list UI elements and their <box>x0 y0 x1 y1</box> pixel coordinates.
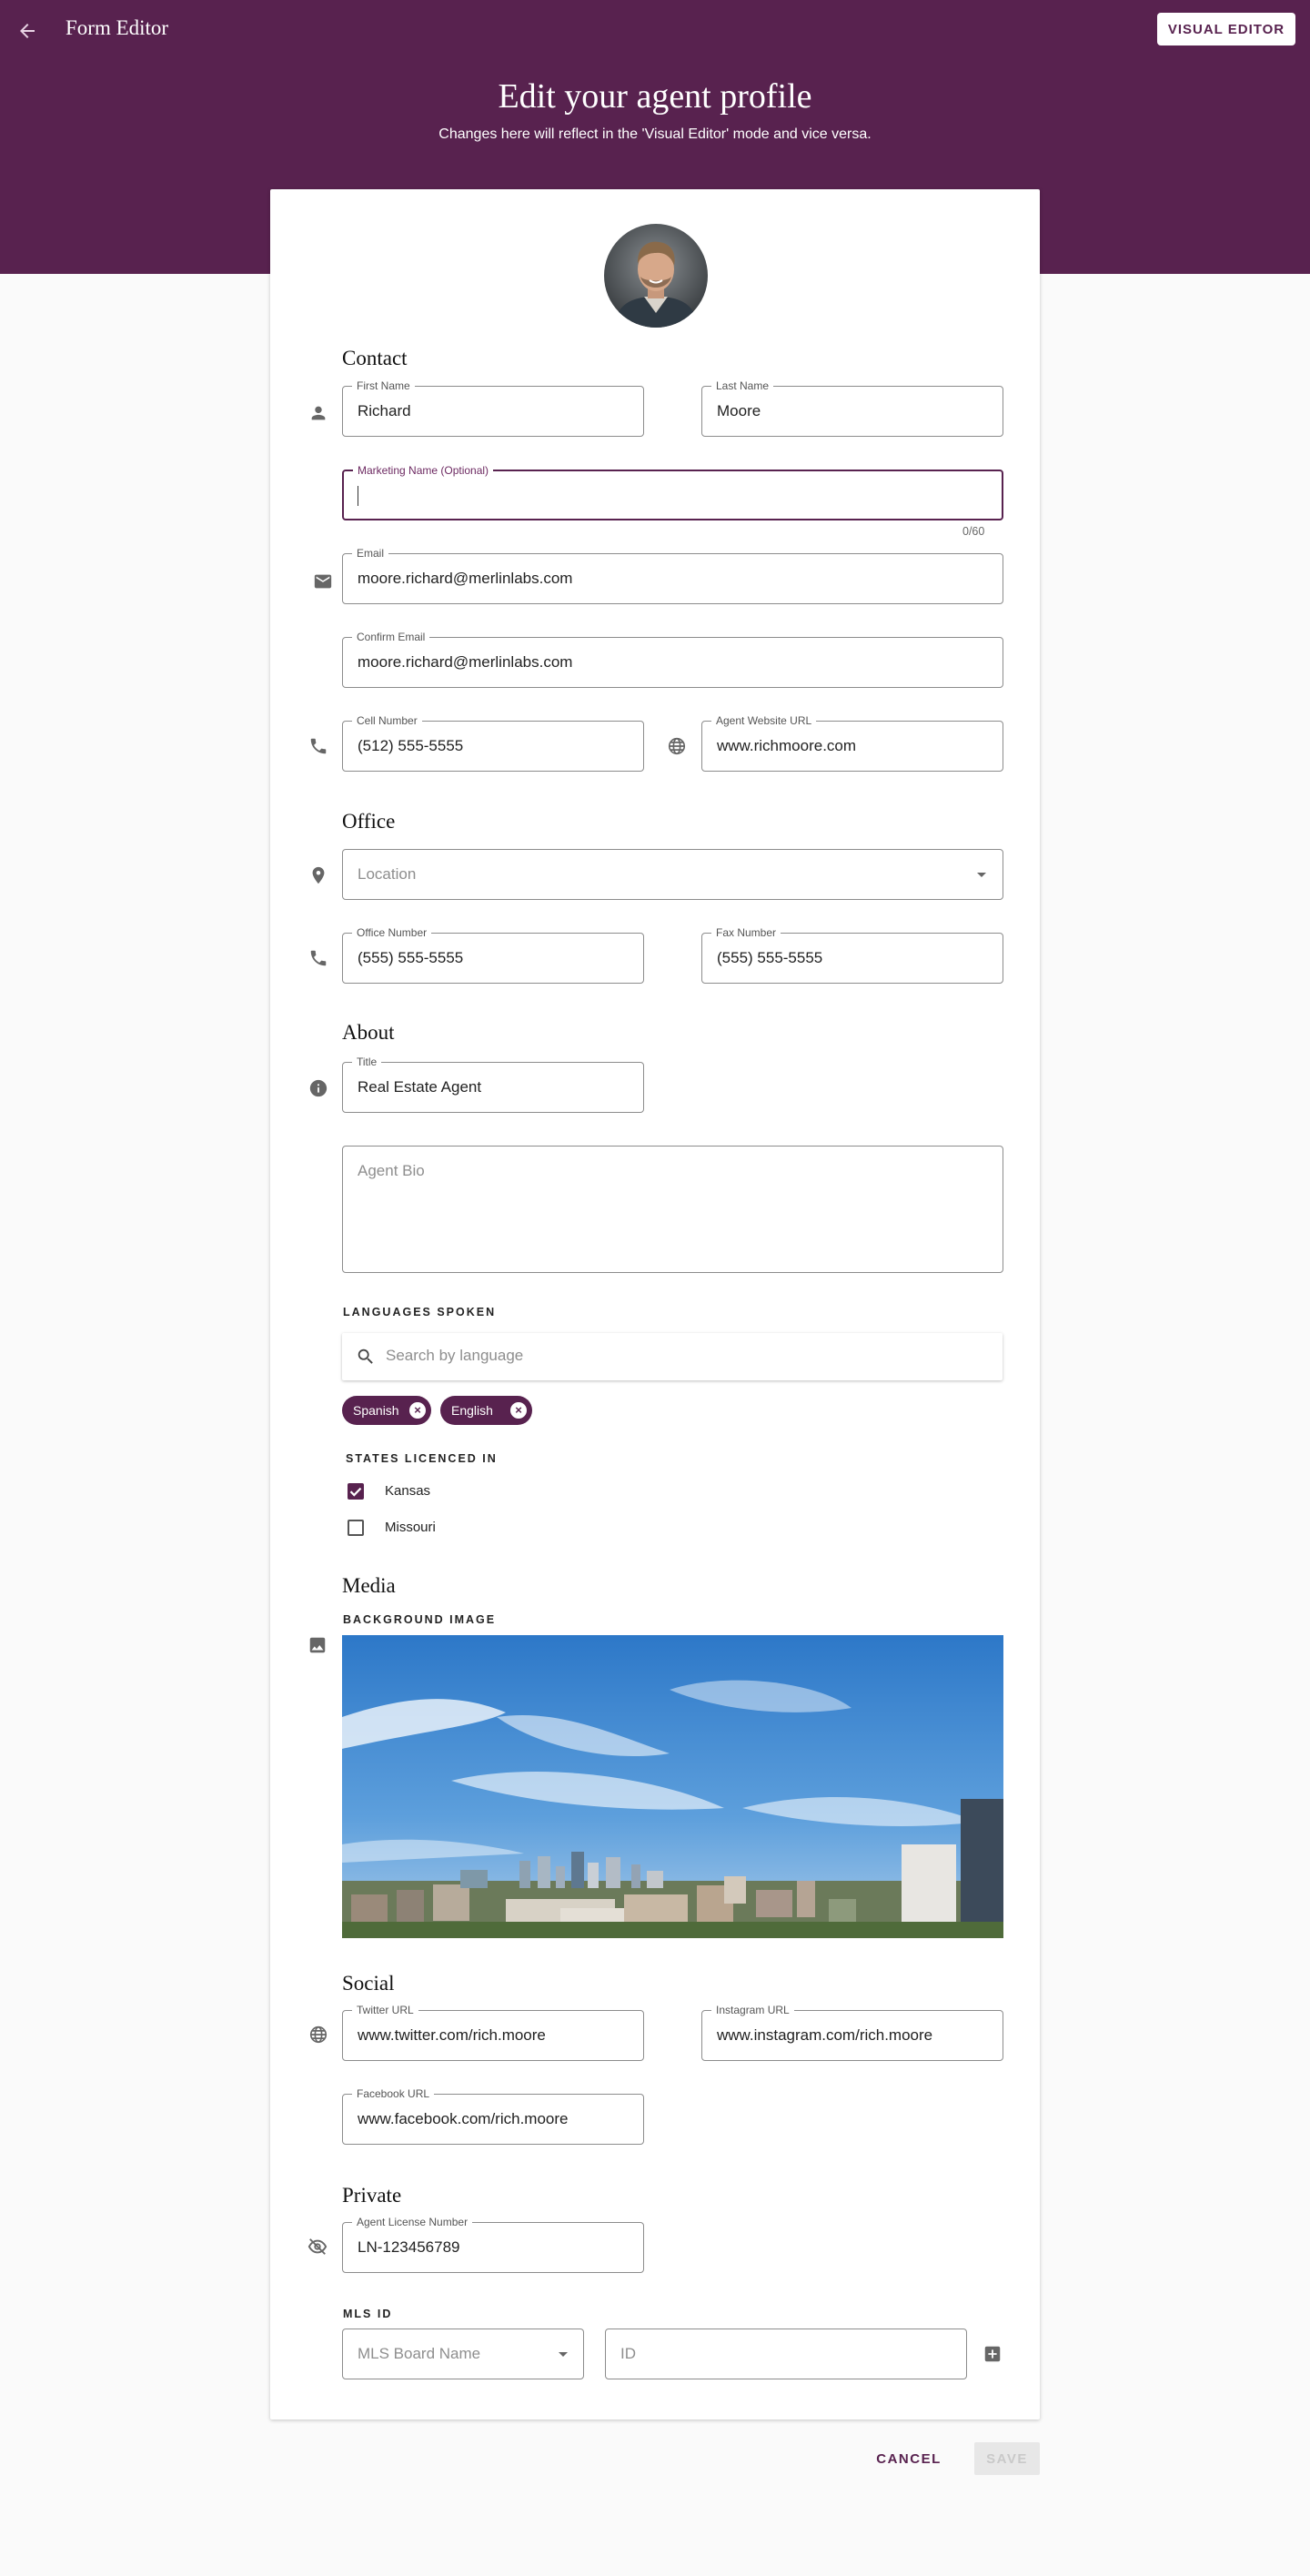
office-heading: Office <box>342 810 396 833</box>
chevron-down-icon <box>977 873 986 877</box>
social-heading: Social <box>342 1972 395 1995</box>
email-label: Email <box>352 546 389 561</box>
save-button[interactable]: SAVE <box>974 2442 1040 2475</box>
cell-number-value: (512) 555-5555 <box>358 737 464 754</box>
facebook-url-field[interactable]: Facebook URL www.facebook.com/rich.moore <box>342 2086 644 2145</box>
person-icon <box>308 403 328 423</box>
cell-number-label: Cell Number <box>352 713 422 728</box>
state-label-missouri: Missouri <box>385 1520 436 1535</box>
title-value: Real Estate Agent <box>358 1078 482 1096</box>
license-number-value: LN-123456789 <box>358 2238 460 2256</box>
state-label-kansas: Kansas <box>385 1483 431 1499</box>
phone-icon <box>308 948 328 968</box>
email-value: moore.richard@merlinlabs.com <box>358 570 573 587</box>
chip-label: English <box>451 1403 493 1418</box>
info-icon <box>308 1078 328 1098</box>
last-name-label: Last Name <box>711 379 774 393</box>
profile-form-card <box>270 189 1040 2419</box>
remove-chip-icon[interactable]: × <box>510 1402 527 1419</box>
background-image[interactable] <box>342 1635 1003 1938</box>
contact-heading: Contact <box>342 347 408 369</box>
location-placeholder: Location <box>358 865 417 883</box>
image-icon <box>307 1635 328 1655</box>
private-heading: Private <box>342 2184 402 2207</box>
first-name-field[interactable]: First Name Richard <box>342 379 644 437</box>
location-pin-icon <box>308 865 328 885</box>
remove-chip-icon[interactable]: × <box>409 1402 426 1419</box>
chevron-down-icon <box>559 2352 568 2357</box>
twitter-url-value: www.twitter.com/rich.moore <box>358 2026 546 2044</box>
checkbox-missouri[interactable] <box>348 1520 364 1536</box>
office-number-field[interactable]: Office Number (555) 555-5555 <box>342 925 644 984</box>
website-field[interactable]: Agent Website URL www.richmoore.com <box>701 713 1003 772</box>
title-label: Title <box>352 1055 382 1069</box>
last-name-field[interactable]: Last Name Moore <box>701 379 1003 437</box>
instagram-url-field[interactable]: Instagram URL www.instagram.com/rich.moo… <box>701 2003 1003 2061</box>
marketing-name-label: Marketing Name (Optional) <box>353 463 494 478</box>
mls-board-select[interactable]: MLS Board Name <box>342 2329 584 2379</box>
last-name-value: Moore <box>717 402 761 419</box>
media-heading: Media <box>342 1574 396 1597</box>
cell-number-field[interactable]: Cell Number (512) 555-5555 <box>342 713 644 772</box>
language-search-input[interactable]: Search by language <box>386 1347 523 1365</box>
language-search[interactable]: Search by language <box>342 1333 1003 1380</box>
website-label: Agent Website URL <box>711 713 817 728</box>
twitter-url-field[interactable]: Twitter URL www.twitter.com/rich.moore <box>342 2003 644 2061</box>
language-chip-spanish: Spanish × <box>342 1396 431 1425</box>
twitter-url-label: Twitter URL <box>352 2003 418 2017</box>
facebook-url-value: www.facebook.com/rich.moore <box>358 2110 569 2127</box>
confirm-email-field[interactable]: Confirm Email moore.richard@merlinlabs.c… <box>342 630 1003 688</box>
location-select[interactable]: Location <box>342 849 1003 900</box>
languages-spoken-label: LANGUAGES SPOKEN <box>343 1306 497 1318</box>
globe-icon <box>667 736 687 756</box>
avatar[interactable] <box>604 224 708 328</box>
visibility-off-icon <box>307 2237 328 2257</box>
check-icon <box>349 1487 362 1497</box>
instagram-url-value: www.instagram.com/rich.moore <box>717 2026 933 2044</box>
visual-editor-button[interactable]: VISUAL EDITOR <box>1157 13 1295 45</box>
website-value: www.richmoore.com <box>717 737 857 754</box>
about-heading: About <box>342 1021 395 1044</box>
phone-icon <box>308 736 328 756</box>
title-field[interactable]: Title Real Estate Agent <box>342 1055 644 1113</box>
search-icon <box>356 1347 376 1367</box>
page-title: Edit your agent profile <box>498 77 812 116</box>
background-image-label: BACKGROUND IMAGE <box>343 1613 497 1626</box>
office-number-value: (555) 555-5555 <box>358 949 464 966</box>
states-licensed-label: STATES LICENCED IN <box>346 1452 498 1465</box>
license-number-label: Agent License Number <box>352 2215 473 2229</box>
first-name-label: First Name <box>352 379 415 393</box>
globe-icon <box>308 2025 328 2045</box>
confirm-email-value: moore.richard@merlinlabs.com <box>358 653 573 671</box>
license-number-field[interactable]: Agent License Number LN-123456789 <box>342 2215 644 2273</box>
fax-number-value: (555) 555-5555 <box>717 949 823 966</box>
mls-id-field[interactable]: ID <box>605 2329 967 2379</box>
facebook-url-label: Facebook URL <box>352 2086 435 2101</box>
marketing-name-field[interactable]: Marketing Name (Optional) <box>342 463 1003 520</box>
app-title: Form Editor <box>66 16 169 39</box>
fax-number-label: Fax Number <box>711 925 781 940</box>
cancel-button[interactable]: CANCEL <box>871 2442 947 2475</box>
email-icon <box>313 571 333 591</box>
language-chip-english: English × <box>440 1396 532 1425</box>
office-number-label: Office Number <box>352 925 432 940</box>
character-counter: 0/60 <box>962 525 985 538</box>
fax-number-field[interactable]: Fax Number (555) 555-5555 <box>701 925 1003 984</box>
confirm-email-label: Confirm Email <box>352 630 430 644</box>
first-name-value: Richard <box>358 402 411 419</box>
checkbox-kansas[interactable] <box>348 1483 364 1500</box>
mls-board-placeholder: MLS Board Name <box>358 2345 481 2362</box>
back-arrow-icon[interactable] <box>16 20 38 42</box>
instagram-url-label: Instagram URL <box>711 2003 794 2017</box>
add-box-icon[interactable] <box>982 2344 1003 2364</box>
mls-id-label: MLS ID <box>343 2308 393 2320</box>
agent-bio-textarea[interactable]: Agent Bio <box>342 1146 1003 1273</box>
mls-id-placeholder: ID <box>620 2345 636 2362</box>
agent-bio-placeholder: Agent Bio <box>358 1162 425 1179</box>
chip-label: Spanish <box>353 1403 399 1418</box>
email-field[interactable]: Email moore.richard@merlinlabs.com <box>342 546 1003 604</box>
page-subtitle: Changes here will reflect in the 'Visual… <box>438 126 872 142</box>
